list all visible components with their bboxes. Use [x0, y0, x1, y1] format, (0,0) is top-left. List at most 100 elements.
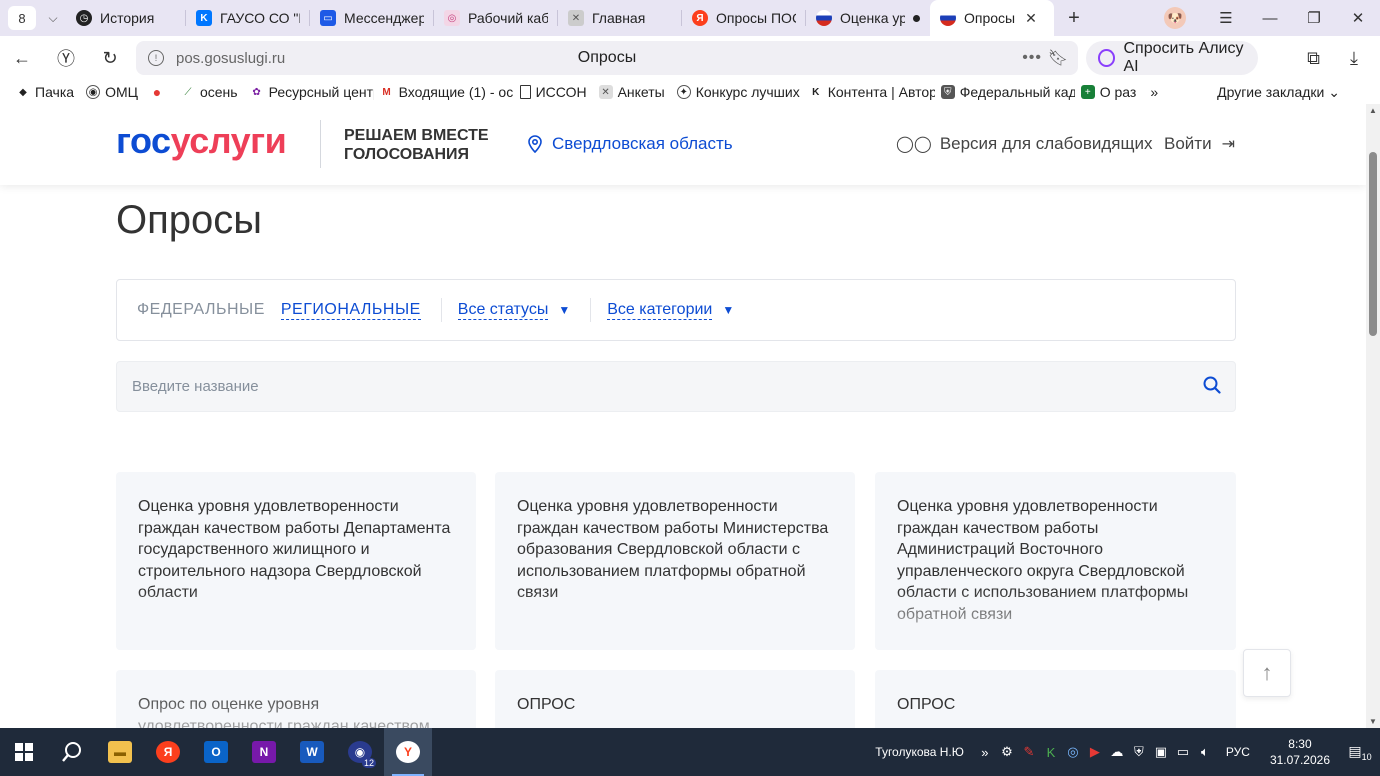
tray-red-icon[interactable]: ✎	[1018, 744, 1040, 760]
poll-card[interactable]: Оценка уровня удовлетворенности граждан …	[875, 472, 1236, 650]
tray-circle-icon[interactable]: ◎	[1062, 744, 1084, 760]
more-bookmarks-icon[interactable]: »	[1150, 84, 1158, 100]
profile-avatar-icon[interactable]: 🐶	[1164, 7, 1186, 29]
tab-count-button[interactable]: 8	[8, 6, 36, 30]
yandex-active-icon[interactable]: Y	[384, 728, 432, 776]
language-indicator[interactable]: РУС	[1226, 745, 1250, 759]
show-hidden-icon[interactable]: »	[974, 745, 996, 760]
tab-polls-pos[interactable]: Я Опросы ПОС	[682, 0, 806, 36]
scrollbar-thumb[interactable]	[1369, 152, 1377, 336]
bookmark-item[interactable]: ✿ Ресурсный центр	[244, 84, 373, 100]
network-icon[interactable]: ▭	[1172, 744, 1194, 760]
region-selector[interactable]: Свердловская область	[528, 134, 733, 154]
tray-cloud-icon[interactable]: ☁	[1106, 744, 1128, 760]
bookmark-item[interactable]: K Контента | Автор	[803, 84, 935, 100]
yandex-browser-icon[interactable]: Я	[144, 728, 192, 776]
tab-federal[interactable]: ФЕДЕРАЛЬНЫЕ	[137, 301, 265, 319]
new-tab-icon[interactable]: +	[1060, 7, 1088, 30]
poll-card[interactable]: Опрос по оценке уровня удовлетворенности…	[116, 670, 476, 728]
tab-messenger[interactable]: ▭ Мессенджер	[310, 0, 434, 36]
bookmark-item[interactable]: ◉ ОМЦ	[80, 84, 144, 100]
ask-alice-button[interactable]: Спросить Алису AI	[1086, 40, 1258, 75]
main-icon: ✕	[568, 10, 584, 26]
bookmark-item[interactable]: ИССОН	[514, 84, 593, 100]
tab-main[interactable]: ✕ Главная	[558, 0, 682, 36]
search-icon[interactable]	[48, 728, 96, 776]
reload-icon[interactable]: ↻	[88, 48, 132, 69]
volume-icon[interactable]: 🔈︎	[1194, 744, 1216, 760]
minimize-icon[interactable]: —	[1248, 10, 1292, 27]
page-scrollbar[interactable]: ▲ ▼	[1366, 104, 1380, 728]
outlook-icon[interactable]: O	[192, 728, 240, 776]
bookmark-item[interactable]: ⛨ Федеральный кад	[935, 84, 1075, 100]
defender-icon[interactable]: ⛨	[1128, 744, 1150, 760]
messenger-icon: ▭	[320, 10, 336, 26]
restore-icon[interactable]: ❐	[1292, 9, 1336, 27]
glasses-icon: ◯◯	[896, 136, 932, 153]
bookmark-item[interactable]: ◆ Пачка	[10, 84, 80, 100]
tray-update-icon[interactable]: ▣	[1150, 744, 1172, 760]
slogan: РЕШАЕМ ВМЕСТЕ ГОЛОСОВАНИЯ	[344, 127, 489, 163]
notifications-icon[interactable]: ▤10	[1340, 743, 1380, 762]
login-button[interactable]: Войти ⇥	[1164, 134, 1235, 154]
tab-assessment[interactable]: Оценка ур	[806, 0, 930, 36]
scroll-up-icon[interactable]: ▲	[1366, 106, 1380, 115]
onenote-icon[interactable]: N	[240, 728, 288, 776]
messenger-app-icon[interactable]: ◉ 12	[336, 728, 384, 776]
page-title: Опросы	[116, 198, 263, 242]
page-icon	[519, 85, 531, 99]
user-name: Туголукова Н.Ю	[875, 745, 964, 759]
yandex-logo-icon[interactable]: Ⓨ	[44, 45, 88, 71]
other-bookmarks-button[interactable]: Другие закладки ⌄	[1217, 84, 1340, 101]
tray-app-icon[interactable]: ⚙	[996, 744, 1018, 760]
search-icon[interactable]	[1203, 376, 1221, 394]
alice-icon	[1098, 49, 1116, 67]
scroll-down-icon[interactable]: ▼	[1366, 717, 1380, 726]
flag-icon	[940, 10, 956, 26]
windows-taskbar: ▬ Я O N W ◉ 12 Y Туголукова Н.Ю » ⚙ ✎ K …	[0, 728, 1380, 776]
tab-cabinet[interactable]: ◎ Рабочий каб	[434, 0, 558, 36]
gosuslugi-logo[interactable]: госуслуги	[116, 120, 287, 162]
bookmark-item[interactable]: ✕ Анкеты	[593, 84, 671, 100]
category-dropdown[interactable]: Все категории ▼	[607, 301, 734, 320]
tab-gauso[interactable]: K ГАУСО СО "К	[186, 0, 310, 36]
poll-card[interactable]: ОПРОС	[875, 670, 1236, 728]
search-input[interactable]	[132, 378, 1172, 395]
login-icon: ⇥	[1221, 136, 1235, 153]
windows-start-icon[interactable]	[0, 728, 48, 776]
bookmark-item[interactable]: M Входящие (1) - ос	[374, 84, 514, 100]
contest-icon: ✦	[676, 85, 691, 99]
window-controls: 🐶 ☰ — ❐ ✕	[1164, 0, 1380, 36]
more-icon[interactable]: •••	[1022, 49, 1042, 67]
tabs-dropdown-icon[interactable]: ⌵	[40, 11, 66, 26]
bookmark-item[interactable]: + О раз	[1075, 84, 1143, 100]
back-icon[interactable]: ←	[0, 48, 44, 69]
site-info-icon[interactable]: !	[148, 50, 164, 66]
low-vision-button[interactable]: ◯◯ Версия для слабовидящих	[896, 134, 1152, 154]
tab-polls-active[interactable]: Опросы ✕	[930, 0, 1054, 36]
bookmark-item[interactable]: ⟋ осень	[175, 84, 244, 100]
close-tab-icon[interactable]: ✕	[1025, 10, 1037, 27]
bookmark-item[interactable]: ✦ Конкурс лучших п	[671, 84, 803, 100]
tray-video-icon[interactable]: ▶	[1084, 744, 1106, 760]
menu-icon[interactable]: ☰	[1204, 9, 1248, 27]
clock[interactable]: 8:30 31.07.2026	[1270, 736, 1330, 768]
poll-card[interactable]: Оценка уровня удовлетворенности граждан …	[495, 472, 855, 650]
bookmark-icon[interactable]: 🔖︎	[1048, 48, 1068, 68]
tab-history[interactable]: ◷ История	[66, 0, 186, 36]
file-explorer-icon[interactable]: ▬	[96, 728, 144, 776]
poll-card[interactable]: Оценка уровня удовлетворенности граждан …	[116, 472, 476, 650]
bookmark-item[interactable]: ●	[144, 85, 175, 99]
word-icon[interactable]: W	[288, 728, 336, 776]
scroll-to-top-button[interactable]: ↑	[1243, 649, 1291, 697]
chevron-down-icon: ▼	[558, 303, 571, 317]
collections-icon[interactable]: ⧉	[1307, 48, 1320, 69]
url-field[interactable]: ! pos.gosuslugi.ru Опросы ••• 🔖︎	[136, 41, 1078, 75]
download-icon[interactable]: ⤓	[1350, 48, 1358, 69]
status-dropdown[interactable]: Все статусы ▼	[457, 301, 571, 320]
k-icon: K	[812, 86, 820, 98]
tab-regional[interactable]: РЕГИОНАЛЬНЫЕ	[280, 301, 421, 320]
poll-card[interactable]: ОПРОС	[495, 670, 855, 728]
tray-k-icon[interactable]: K	[1040, 745, 1062, 760]
close-window-icon[interactable]: ✕	[1336, 9, 1380, 27]
